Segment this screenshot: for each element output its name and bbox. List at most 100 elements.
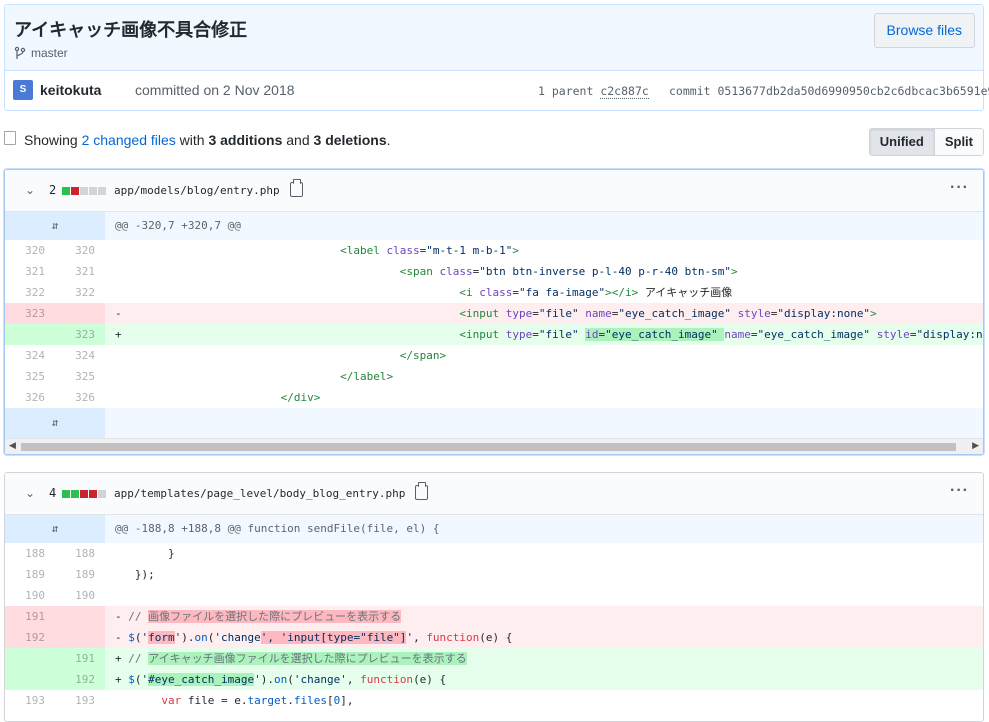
new-line-number[interactable] (55, 606, 105, 627)
diff-line-added: 191 + // アイキャッチ画像ファイルを選択した際にプレビューを表示する (5, 648, 983, 669)
diff-line-deleted: 323 - <input type="file" name="eye_catch… (5, 303, 983, 324)
old-line-number[interactable]: 326 (5, 387, 55, 408)
clipboard-icon[interactable] (290, 179, 303, 197)
old-line-number[interactable]: 192 (5, 627, 55, 648)
avatar[interactable]: S (13, 80, 33, 100)
scrollbar-thumb[interactable] (21, 443, 956, 451)
diff-line-added: 323 + <input type="file" id="eye_catch_i… (5, 324, 983, 345)
new-line-number[interactable]: 189 (55, 564, 105, 585)
file-diff-entry-php: ⌄ 2 app/models/blog/entry.php ··· ⇵ @@ -… (4, 169, 984, 455)
diffstat-block (89, 187, 97, 195)
file-header: ⌄ 2 app/models/blog/entry.php ··· (5, 170, 983, 212)
old-line-number[interactable]: 188 (5, 543, 55, 564)
commit-sha-value: 0513677db2da50d6990950cb2c6dbcac3b6591e9 (717, 84, 989, 98)
new-line-number[interactable]: 326 (55, 387, 105, 408)
commit-title-bar: アイキャッチ画像不具合修正 master Browse files (5, 5, 983, 71)
expand-row: ⇵ (5, 408, 983, 438)
expand-filler (105, 408, 983, 438)
diffstat-block (80, 490, 88, 498)
chevron-down-icon[interactable]: ⌄ (25, 486, 35, 500)
diff-summary: Showing 2 changed files with 3 additions… (4, 128, 984, 156)
diffstat-block (89, 490, 97, 498)
more-options-icon[interactable]: ··· (950, 482, 969, 500)
old-line-number[interactable]: 324 (5, 345, 55, 366)
code-line: <label class="m-t-1 m-b-1"> (340, 244, 520, 257)
expand-icon[interactable]: ⇵ (5, 212, 105, 240)
diff-line: 325 325 </label> (5, 366, 983, 387)
diff-line: 320 320 <label class="m-t-1 m-b-1"> (5, 240, 983, 261)
branch-label[interactable]: master (14, 46, 68, 60)
diff-line: 193 193 var file = e.target.files[0], (5, 690, 983, 711)
old-line-number[interactable]: 193 (5, 690, 55, 711)
new-line-number[interactable]: 321 (55, 261, 105, 282)
new-line-number[interactable]: 320 (55, 240, 105, 261)
new-line-number[interactable]: 188 (55, 543, 105, 564)
code-line: + $('#eye_catch_image').on('change', fun… (105, 669, 983, 690)
old-line-number[interactable]: 320 (5, 240, 55, 261)
change-count: 4 (49, 486, 57, 500)
change-count: 2 (49, 183, 57, 197)
old-line-number[interactable]: 321 (5, 261, 55, 282)
code-line: </div> (280, 391, 321, 404)
diffstat-block (62, 490, 70, 498)
new-line-number[interactable]: 191 (55, 648, 105, 669)
split-view-button[interactable]: Split (934, 129, 983, 155)
committed-date: committed on 2 Nov 2018 (135, 82, 295, 98)
new-line-number[interactable]: 192 (55, 669, 105, 690)
deletions-count: 3 deletions (313, 132, 387, 148)
more-options-icon[interactable]: ··· (950, 179, 969, 197)
old-line-number[interactable]: 191 (5, 606, 55, 627)
old-line-number[interactable] (5, 648, 55, 669)
unified-view-button[interactable]: Unified (869, 129, 935, 155)
old-line-number[interactable] (5, 669, 55, 690)
old-line-number[interactable]: 322 (5, 282, 55, 303)
code-line: }); (115, 568, 155, 581)
new-line-number[interactable]: 322 (55, 282, 105, 303)
horizontal-scrollbar[interactable]: ◀ ▶ (5, 438, 983, 454)
expand-icon[interactable]: ⇵ (5, 408, 105, 438)
diff-line-added: 192 + $('#eye_catch_image').on('change',… (5, 669, 983, 690)
code-line: + // アイキャッチ画像ファイルを選択した際にプレビューを表示する (105, 648, 983, 669)
old-line-number[interactable]: 190 (5, 585, 55, 606)
new-line-number[interactable]: 324 (55, 345, 105, 366)
file-path[interactable]: app/models/blog/entry.php (114, 184, 280, 197)
diff-line: 324 324 </span> (5, 345, 983, 366)
old-line-number[interactable]: 189 (5, 564, 55, 585)
hunk-header: ⇵ @@ -188,8 +188,8 @@ function sendFile(… (5, 515, 983, 543)
code-line: - $('form').on('change', 'input[type="fi… (105, 627, 983, 648)
new-line-number[interactable]: 323 (55, 324, 105, 345)
parent-sha-link[interactable]: c2c887c (600, 84, 649, 99)
new-line-number[interactable]: 193 (55, 690, 105, 711)
code-line: <i class="fa fa-image"></i> アイキャッチ画像 (459, 286, 733, 299)
new-line-number[interactable]: 325 (55, 366, 105, 387)
old-line-number[interactable]: 325 (5, 366, 55, 387)
parent-info: 1 parent c2c887c (538, 84, 649, 99)
diffstat-block (98, 187, 106, 195)
parent-label: 1 parent (538, 84, 594, 98)
commit-sha: commit 0513677db2da50d6990950cb2c6dbcac3… (669, 84, 989, 98)
code-line: </span> (399, 349, 447, 362)
new-line-number[interactable] (55, 303, 105, 324)
chevron-down-icon[interactable]: ⌄ (25, 183, 35, 197)
clipboard-icon[interactable] (415, 482, 428, 500)
old-line-number[interactable] (5, 324, 55, 345)
expand-icon[interactable]: ⇵ (5, 515, 105, 543)
diff-line: 188 188 } (5, 543, 983, 564)
diff-line-deleted: 191 - // 画像ファイルを選択した際にプレビューを表示する (5, 606, 983, 627)
diff-line: 322 322 <i class="fa fa-image"></i> アイキャッ… (5, 282, 983, 303)
old-line-number[interactable]: 323 (5, 303, 55, 324)
file-header: ⌄ 4 app/templates/page_level/body_blog_e… (5, 473, 983, 515)
scroll-left-icon[interactable]: ◀ (9, 440, 16, 451)
diffstat-block (80, 187, 88, 195)
commit-label: commit (669, 84, 711, 98)
additions-count: 3 additions (208, 132, 283, 148)
scroll-right-icon[interactable]: ▶ (972, 440, 979, 451)
changed-files-link[interactable]: 2 changed files (82, 132, 176, 148)
code-line: - // 画像ファイルを選択した際にプレビューを表示する (105, 606, 983, 627)
browse-files-button[interactable]: Browse files (873, 13, 975, 48)
file-path[interactable]: app/templates/page_level/body_blog_entry… (114, 487, 405, 500)
new-line-number[interactable] (55, 627, 105, 648)
author-link[interactable]: keitokuta (40, 82, 101, 98)
new-line-number[interactable]: 190 (55, 585, 105, 606)
file-diff-icon (4, 131, 16, 145)
